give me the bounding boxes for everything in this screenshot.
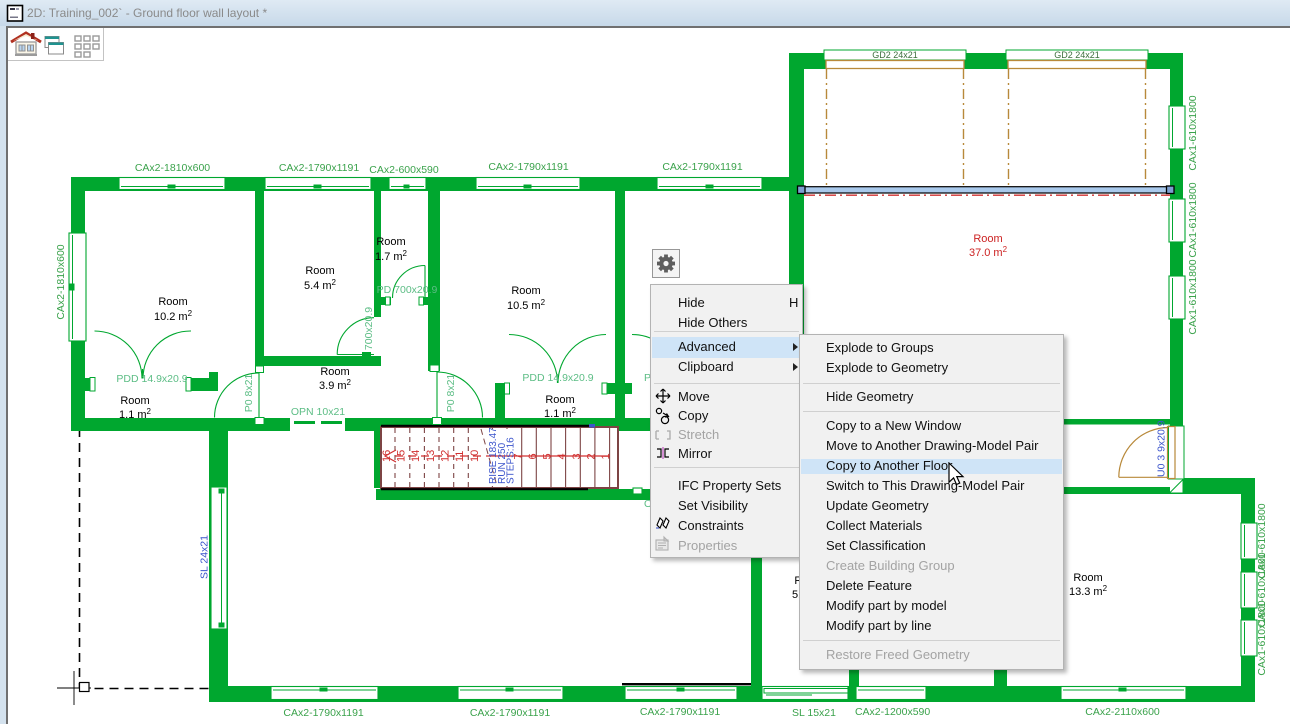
svg-text:10.5 m2: 10.5 m2 bbox=[507, 298, 546, 312]
svg-text:Room: Room bbox=[320, 366, 349, 378]
svg-text:CAx2-1790x1191: CAx2-1790x1191 bbox=[488, 161, 569, 173]
svg-text:CAx1-610x1800: CAx1-610x1800 bbox=[1256, 600, 1268, 675]
svg-text:6: 6 bbox=[527, 453, 539, 459]
svg-text:1.7 m2: 1.7 m2 bbox=[375, 249, 408, 263]
svg-text:CAx2-1810x600: CAx2-1810x600 bbox=[55, 244, 67, 319]
svg-text:37.0 m2: 37.0 m2 bbox=[969, 245, 1008, 259]
svg-text:GD2 24x21: GD2 24x21 bbox=[872, 50, 918, 60]
svg-text:Room: Room bbox=[120, 395, 149, 407]
svg-text:CAx2-2110x600: CAx2-2110x600 bbox=[1085, 706, 1160, 718]
svg-text:11: 11 bbox=[454, 451, 466, 462]
svg-text:3: 3 bbox=[571, 453, 583, 459]
svg-text:2: 2 bbox=[586, 453, 598, 459]
svg-text:GD2 24x21: GD2 24x21 bbox=[1054, 50, 1100, 60]
svg-text:CAx1-610x1800: CAx1-610x1800 bbox=[1187, 182, 1199, 257]
svg-text:P0 8x21: P0 8x21 bbox=[243, 374, 255, 413]
svg-text:Room: Room bbox=[376, 236, 405, 248]
svg-text:10.2 m2: 10.2 m2 bbox=[154, 309, 193, 323]
svg-text:5.4 m2: 5.4 m2 bbox=[304, 278, 337, 292]
svg-text:PDD 14.9x20.9: PDD 14.9x20.9 bbox=[116, 373, 187, 385]
svg-text:U0 3 9x20.9: U0 3 9x20.9 bbox=[1156, 420, 1168, 477]
svg-text:OPN 10x21: OPN 10x21 bbox=[291, 406, 345, 418]
svg-text:CAx2-1790x1191: CAx2-1790x1191 bbox=[283, 707, 364, 719]
svg-text:Room: Room bbox=[511, 285, 540, 297]
svg-text:SL 24x21: SL 24x21 bbox=[199, 535, 211, 579]
svg-text:CAx2-1790x1191: CAx2-1790x1191 bbox=[279, 162, 360, 174]
svg-text:CAx2-1200x590: CAx2-1200x590 bbox=[855, 706, 930, 718]
svg-text:Room: Room bbox=[973, 233, 1002, 245]
svg-text:P0 8x21: P0 8x21 bbox=[445, 374, 457, 413]
svg-text:CAx2-1810x600: CAx2-1810x600 bbox=[135, 162, 210, 174]
svg-text:10: 10 bbox=[469, 450, 481, 462]
svg-text:CAx2-600x590: CAx2-600x590 bbox=[369, 164, 439, 176]
svg-text:CAx2-1790x1191: CAx2-1790x1191 bbox=[640, 706, 721, 718]
svg-text:13: 13 bbox=[425, 450, 437, 462]
svg-text:CAx1-610x1800: CAx1-610x1800 bbox=[1187, 95, 1199, 170]
svg-text:CAx2-1790x1191: CAx2-1790x1191 bbox=[470, 707, 551, 719]
svg-text:14: 14 bbox=[410, 450, 422, 462]
svg-text:CAx1-610x1800: CAx1-610x1800 bbox=[1187, 259, 1199, 334]
svg-text:CAx2-1790x1191: CAx2-1790x1191 bbox=[662, 161, 743, 173]
svg-text:700x20.9: 700x20.9 bbox=[363, 307, 375, 350]
svg-text:PDD 14.9x20.9: PDD 14.9x20.9 bbox=[522, 372, 593, 384]
svg-text:STEPS:16: STEPS:16 bbox=[506, 437, 517, 484]
svg-text:Room: Room bbox=[545, 394, 574, 406]
svg-text:1: 1 bbox=[600, 453, 612, 459]
svg-text:PD 700x20.9: PD 700x20.9 bbox=[377, 284, 438, 296]
svg-text:Room: Room bbox=[1073, 572, 1102, 584]
svg-text:4: 4 bbox=[556, 453, 568, 459]
svg-text:5: 5 bbox=[542, 453, 554, 459]
svg-text:SL 15x21: SL 15x21 bbox=[792, 707, 836, 719]
svg-text:15: 15 bbox=[396, 450, 408, 462]
svg-text:1.1 m2: 1.1 m2 bbox=[544, 406, 577, 420]
svg-text:13.3 m2: 13.3 m2 bbox=[1069, 584, 1108, 598]
svg-text:Room: Room bbox=[158, 296, 187, 308]
svg-text:Room: Room bbox=[305, 265, 334, 277]
svg-text:12: 12 bbox=[440, 450, 452, 462]
svg-text:16: 16 bbox=[381, 450, 393, 462]
svg-text:3.9 m2: 3.9 m2 bbox=[319, 378, 352, 392]
